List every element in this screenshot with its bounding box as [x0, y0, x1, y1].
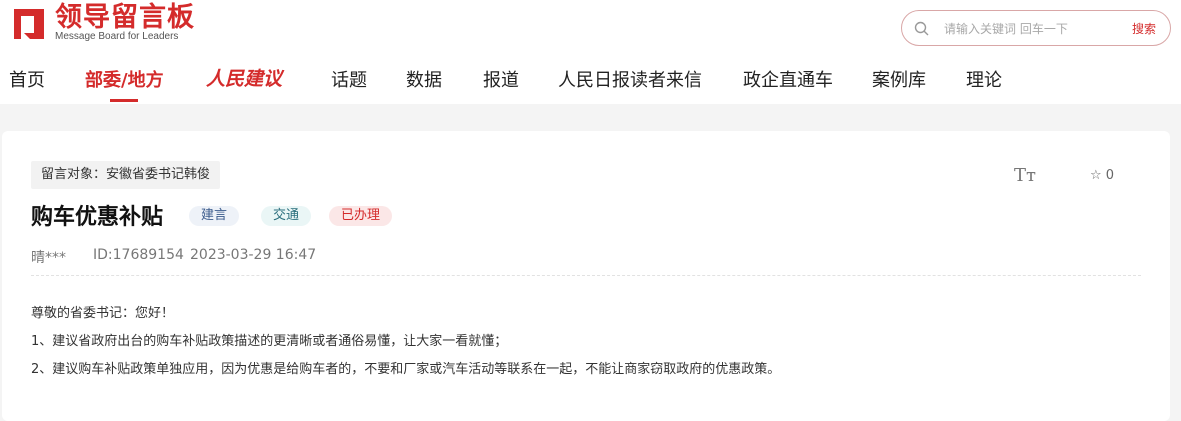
nav-item-topics[interactable]: 话题: [331, 66, 367, 92]
message-title: 购车优惠补贴: [31, 205, 164, 230]
nav-item-data[interactable]: 数据: [406, 66, 442, 92]
message-id: ID:17689154: [93, 247, 184, 263]
tag-suggestion[interactable]: 建言: [189, 206, 240, 226]
message-body-line: 2、建议购车补贴政策单独应用，因为优惠是给购车者的，不要和厂家或汽车活动等联系在…: [31, 362, 781, 377]
message-body-line: 尊敬的省委书记：您好！: [31, 306, 175, 321]
main-nav: 首页 部委/地方 人民建议 话题 数据 报道 人民日报读者来信 政企直通车 案例…: [0, 64, 1181, 104]
font-size-icon[interactable]: Tт: [1014, 165, 1036, 186]
site-header: 领导留言板 Message Board for Leaders 搜索 首页 部委…: [0, 0, 1181, 104]
search-input[interactable]: [942, 18, 1116, 40]
nav-item-people-suggestions[interactable]: 人民建议: [206, 64, 282, 91]
search-icon: [914, 21, 929, 36]
favorite-count: 0: [1105, 168, 1115, 183]
nav-item-reports[interactable]: 报道: [483, 66, 519, 92]
status-badge: 已办理: [329, 206, 393, 226]
star-icon: ☆: [1090, 168, 1102, 183]
message-body-line: 1、建议省政府出台的购车补贴政策描述的更清晰或者通俗易懂，让大家一看就懂；: [31, 334, 508, 349]
message-datetime: 2023-03-29 16:47: [190, 247, 317, 263]
author-name: 晴***: [31, 250, 66, 266]
nav-item-theory[interactable]: 理论: [966, 66, 1002, 92]
logo-subtitle: Message Board for Leaders: [55, 31, 179, 42]
nav-item-enterprise-express[interactable]: 政企直通车: [743, 66, 833, 92]
nav-item-home[interactable]: 首页: [9, 66, 45, 92]
favorite-button[interactable]: ☆ 0: [1090, 168, 1114, 183]
logo-icon[interactable]: [10, 6, 48, 42]
divider: [31, 275, 1141, 276]
search-button[interactable]: 搜索: [1132, 20, 1156, 37]
message-card: 留言对象：安徽省委书记韩俊 Tт ☆ 0 购车优惠补贴 建言 交通 已办理 晴*…: [2, 131, 1170, 421]
nav-item-reader-letters[interactable]: 人民日报读者来信: [558, 66, 702, 92]
tag-transport[interactable]: 交通: [261, 206, 312, 226]
nav-item-case-library[interactable]: 案例库: [872, 66, 926, 92]
logo-title[interactable]: 领导留言板: [55, 2, 195, 34]
nav-item-ministries-local[interactable]: 部委/地方: [85, 66, 164, 92]
search-box: 搜索: [901, 10, 1171, 46]
active-nav-indicator: [110, 99, 138, 102]
message-target: 留言对象：安徽省委书记韩俊: [31, 161, 221, 189]
